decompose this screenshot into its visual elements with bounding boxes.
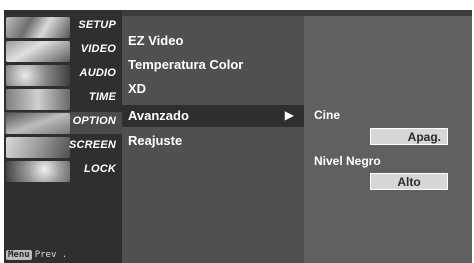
submenu-item-label: Reajuste (128, 133, 183, 148)
option-submenu: EZ Video Temperatura Color XD Avanzado ▶… (122, 16, 304, 263)
main-menu-rail: SETUP VIDEO AUDIO TIME OPTION SCREEN LOC… (4, 10, 122, 263)
rail-item-label: OPTION (72, 115, 116, 127)
rail-item-option[interactable]: OPTION (4, 112, 122, 134)
submenu-item-label: XD (128, 81, 147, 96)
nivel-negro-value-select[interactable]: Alto (370, 173, 448, 190)
avanzado-options-panel: Cine Apag. Nivel Negro Alto (304, 16, 472, 263)
lock-icon (6, 161, 70, 182)
menu-key-icon: Menu (6, 250, 32, 260)
setup-icon (6, 17, 70, 38)
rail-item-video[interactable]: VIDEO (4, 40, 122, 62)
nivel-negro-label: Nivel Negro (314, 154, 381, 168)
submenu-item-label: Temperatura Color (128, 57, 244, 72)
submenu-item-label: Avanzado (128, 108, 189, 123)
rail-item-label: SCREEN (68, 139, 116, 151)
submenu-item-label: EZ Video (128, 33, 184, 48)
audio-icon (6, 65, 70, 86)
cine-value: Apag. (407, 130, 441, 144)
rail-item-label: TIME (88, 91, 116, 103)
tv-menu-screen: SETUP VIDEO AUDIO TIME OPTION SCREEN LOC… (4, 10, 472, 263)
option-icon (6, 113, 70, 134)
submenu-item-ez-video[interactable]: EZ Video (122, 30, 304, 52)
time-icon (6, 89, 70, 110)
rail-item-label: LOCK (84, 163, 116, 175)
arrow-right-icon: ▶ (284, 108, 294, 122)
rail-item-screen[interactable]: SCREEN (4, 136, 122, 158)
cine-value-select[interactable]: Apag. (370, 128, 448, 145)
cine-label: Cine (314, 108, 341, 122)
rail-item-time[interactable]: TIME (4, 88, 122, 110)
rail-item-label: VIDEO (80, 43, 116, 55)
screen-icon (6, 137, 70, 158)
rail-item-label: SETUP (78, 19, 116, 31)
rail-item-audio[interactable]: AUDIO (4, 64, 122, 86)
menu-hint-text: Prev . (34, 250, 68, 260)
menu-prev-hint: Menu Prev . (6, 250, 67, 260)
nivel-negro-value: Alto (397, 175, 421, 189)
submenu-item-xd[interactable]: XD (122, 78, 304, 100)
video-icon (6, 41, 70, 62)
submenu-item-avanzado[interactable]: Avanzado ▶ (122, 105, 304, 127)
submenu-item-reajuste[interactable]: Reajuste (122, 130, 304, 152)
rail-item-setup[interactable]: SETUP (4, 16, 122, 38)
rail-item-label: AUDIO (79, 67, 116, 79)
rail-item-lock[interactable]: LOCK (4, 160, 122, 182)
submenu-item-temperatura-color[interactable]: Temperatura Color (122, 54, 304, 76)
